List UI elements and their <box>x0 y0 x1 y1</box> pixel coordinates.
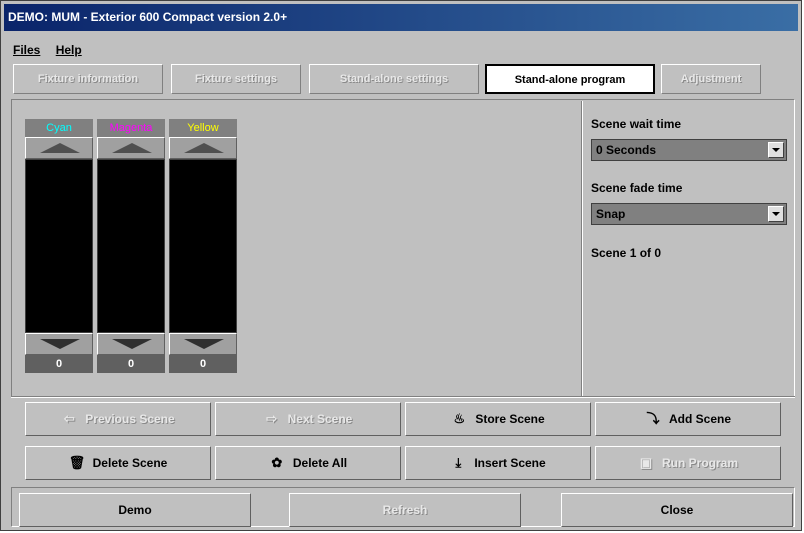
dropdown-arrow-icon[interactable] <box>768 142 784 158</box>
application-window: DEMO: MUM - Exterior 600 Compact version… <box>0 0 802 531</box>
fader-value: 0 <box>97 355 165 373</box>
arrow-right-icon: ⇨ <box>266 411 278 426</box>
fader-value: 0 <box>169 355 237 373</box>
fader-yellow: Yellow 0 <box>169 119 237 379</box>
scene-wait-dropdown[interactable]: 0 Seconds <box>591 139 787 161</box>
arrow-left-icon: ⇦ <box>63 411 75 426</box>
close-button[interactable]: Close <box>561 493 793 527</box>
demo-button[interactable]: Demo <box>19 493 251 527</box>
store-scene-button[interactable]: ♨ Store Scene <box>405 402 591 436</box>
delete-scene-button[interactable]: 🗑 Delete Scene <box>25 446 211 480</box>
fader-up-button[interactable] <box>25 137 93 159</box>
tab-fixture-settings[interactable]: Fixture settings <box>171 64 301 94</box>
store-icon: ♨ <box>453 411 466 426</box>
previous-scene-button[interactable]: ⇦ Previous Scene <box>25 402 211 436</box>
fader-track[interactable] <box>25 159 93 333</box>
insert-scene-button[interactable]: ⤓ Insert Scene <box>405 446 591 480</box>
fader-down-button[interactable] <box>97 333 165 355</box>
tab-stand-alone-program[interactable]: Stand-alone program <box>485 64 655 94</box>
menu-help[interactable]: Help <box>56 43 82 57</box>
trash-icon: 🗑 <box>68 455 86 470</box>
scene-fade-label: Scene fade time <box>591 181 683 195</box>
title-bar: DEMO: MUM - Exterior 600 Compact version… <box>4 4 798 31</box>
refresh-button[interactable]: Refresh <box>289 493 521 527</box>
arrow-up-icon <box>40 143 80 153</box>
fader-up-button[interactable] <box>169 137 237 159</box>
fader-track[interactable] <box>97 159 165 333</box>
fader-down-button[interactable] <box>25 333 93 355</box>
panel-divider-vertical <box>581 101 583 396</box>
fader-cyan: Cyan 0 <box>25 119 93 379</box>
scene-count: Scene 1 of 0 <box>591 246 662 260</box>
fader-up-button[interactable] <box>97 137 165 159</box>
fader-magenta: Magenta 0 <box>97 119 165 379</box>
scene-fade-dropdown[interactable]: Snap <box>591 203 787 225</box>
add-scene-button[interactable]: ⤵ Add Scene <box>595 402 781 436</box>
arrow-down-icon <box>112 339 152 349</box>
insert-icon: ⤓ <box>455 455 462 470</box>
arrow-down-icon <box>40 339 80 349</box>
fader-value: 0 <box>25 355 93 373</box>
run-icon: ▣ <box>639 455 653 470</box>
scene-wait-value: 0 Seconds <box>596 143 657 157</box>
fader-label-cyan: Cyan <box>25 119 93 137</box>
fader-label-yellow: Yellow <box>169 119 237 137</box>
menu-bar: Files Help <box>13 43 94 59</box>
tab-stand-alone-settings[interactable]: Stand-alone settings <box>309 64 479 94</box>
delete-all-button[interactable]: ✿ Delete All <box>215 446 401 480</box>
run-program-button[interactable]: ▣ Run Program <box>595 446 781 480</box>
add-icon: ⤵ <box>646 411 660 426</box>
fader-down-button[interactable] <box>169 333 237 355</box>
scene-wait-label: Scene wait time <box>591 117 682 131</box>
fader-label-magenta: Magenta <box>97 119 165 137</box>
next-scene-button[interactable]: ⇨ Next Scene <box>215 402 401 436</box>
tab-adjustment[interactable]: Adjustment <box>661 64 761 94</box>
fader-track[interactable] <box>169 159 237 333</box>
menu-files[interactable]: Files <box>13 43 40 57</box>
tab-fixture-information[interactable]: Fixture information <box>13 64 163 94</box>
arrow-down-icon <box>184 339 224 349</box>
dropdown-arrow-icon[interactable] <box>768 206 784 222</box>
scene-fade-value: Snap <box>596 207 626 221</box>
arrow-up-icon <box>184 143 224 153</box>
panel-divider-horizontal <box>11 396 795 398</box>
delete-all-icon: ✿ <box>271 455 283 470</box>
arrow-up-icon <box>112 143 152 153</box>
